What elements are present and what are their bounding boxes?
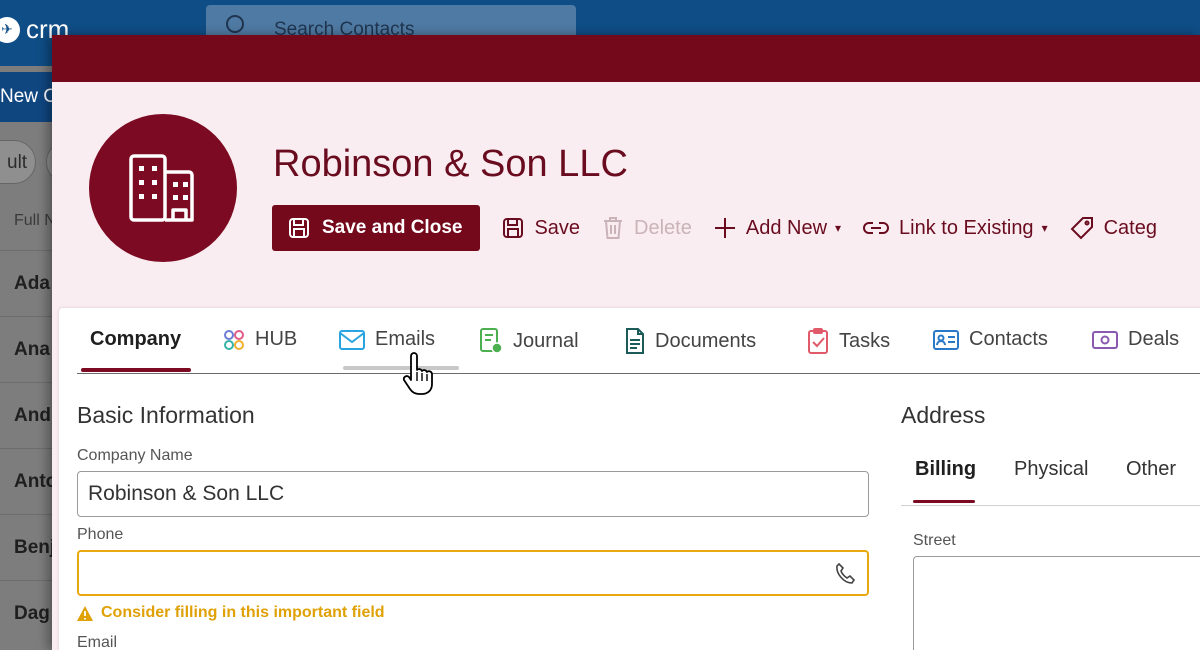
save-icon <box>289 218 309 238</box>
link-to-existing-button[interactable]: Link to Existing ▾ <box>863 217 1048 240</box>
column-header-full-name[interactable]: Full N <box>14 212 56 230</box>
logo-icon: ✈ <box>0 16 20 43</box>
basic-information-heading: Basic Information <box>77 402 255 428</box>
hub-icon <box>224 329 244 350</box>
link-icon <box>863 222 889 234</box>
filter-chip-default[interactable]: ult <box>0 140 36 184</box>
tab-other[interactable]: Other <box>1126 458 1176 481</box>
list-item[interactable]: Ana <box>0 316 60 382</box>
tab-label: Company <box>90 328 182 350</box>
delete-label: Delete <box>634 216 692 239</box>
chevron-down-icon: ▾ <box>1041 221 1048 235</box>
company-name-label: Company Name <box>77 447 193 464</box>
tab-emails[interactable]: Emails <box>339 328 435 351</box>
hover-indicator <box>343 366 459 370</box>
tab-label: HUB <box>255 328 298 350</box>
address-heading: Address <box>901 402 986 428</box>
list-item[interactable]: Benj <box>0 514 60 580</box>
trash-icon <box>604 217 623 239</box>
tab-billing[interactable]: Billing <box>915 458 976 481</box>
categories-button[interactable]: Categ <box>1070 216 1157 240</box>
phone-field[interactable] <box>77 550 869 596</box>
page-title: Robinson & Son LLC <box>273 143 628 185</box>
active-tab-indicator <box>81 368 191 372</box>
tab-documents[interactable]: Documents <box>625 328 756 354</box>
plus-icon <box>714 218 735 238</box>
street-label: Street <box>913 532 956 549</box>
phone-label: Phone <box>77 526 124 543</box>
add-new-label: Add New <box>745 216 828 239</box>
warning-icon <box>77 605 93 621</box>
new-contact-button[interactable]: New C <box>0 72 60 122</box>
phone-icon <box>836 562 855 584</box>
company-name-value: Robinson & Son LLC <box>88 482 285 505</box>
tab-label: Deals <box>1128 328 1180 350</box>
tab-tasks[interactable]: Tasks <box>807 328 890 354</box>
delete-button[interactable]: Delete <box>602 216 692 240</box>
tab-company[interactable]: Company <box>90 328 181 351</box>
tab-label: Contacts <box>969 328 1048 350</box>
tag-icon <box>1070 217 1093 240</box>
phone-warning: Consider filling in this important field <box>77 604 385 622</box>
tab-label: Tasks <box>839 329 891 352</box>
list-item[interactable]: Dag <box>0 580 60 646</box>
street-field[interactable] <box>913 556 1200 650</box>
tab-label: Journal <box>513 329 579 352</box>
contact-card-icon <box>933 329 959 350</box>
address-tabs: Billing Physical Other <box>901 458 1200 506</box>
list-item[interactable]: And <box>0 382 60 448</box>
tab-contacts[interactable]: Contacts <box>933 328 1048 351</box>
filter-chip-label: ult <box>7 152 28 173</box>
tab-label: Emails <box>375 328 436 350</box>
phone-warning-text: Consider filling in this important field <box>101 604 385 621</box>
document-icon <box>626 328 644 354</box>
list-item[interactable]: Ada <box>0 250 60 316</box>
building-icon <box>129 154 194 222</box>
list-item[interactable]: Anto <box>0 448 60 514</box>
add-new-button[interactable]: Add New ▾ <box>714 217 841 240</box>
save-icon <box>503 218 524 238</box>
company-dialog: Robinson & Son LLC Save and Close Save D… <box>52 35 1200 650</box>
tab-label: Documents <box>655 329 757 352</box>
tab-physical[interactable]: Physical <box>1014 458 1088 481</box>
company-name-field[interactable]: Robinson & Son LLC <box>77 471 869 517</box>
save-and-close-label: Save and Close <box>322 217 463 238</box>
active-address-tab-indicator <box>913 500 975 503</box>
chevron-down-icon: ▾ <box>835 221 842 235</box>
clipboard-check-icon <box>808 328 828 354</box>
journal-icon <box>480 328 503 354</box>
save-button[interactable]: Save <box>502 217 580 240</box>
company-avatar <box>89 114 237 262</box>
command-bar: Save and Close Save Delete Add New ▾ Lin… <box>272 205 1157 251</box>
link-to-existing-label: Link to Existing <box>899 216 1034 239</box>
save-and-close-button[interactable]: Save and Close <box>272 205 481 251</box>
dialog-top-bar[interactable] <box>52 35 1200 82</box>
email-label: Email <box>77 634 118 650</box>
form-panel: Company HUB Emails Journal Documents Tas… <box>59 308 1200 650</box>
envelope-icon <box>339 329 365 350</box>
tab-hub[interactable]: HUB <box>223 328 297 351</box>
hand-cursor-icon <box>402 352 433 395</box>
save-label: Save <box>534 216 581 239</box>
new-contact-label: New C <box>0 86 58 107</box>
money-icon <box>1092 330 1118 349</box>
categories-label: Categ <box>1103 216 1157 239</box>
record-tabs: Company HUB Emails Journal Documents Tas… <box>77 308 1200 374</box>
tab-journal[interactable]: Journal <box>479 328 579 354</box>
tab-deals[interactable]: Deals <box>1092 328 1179 351</box>
search-icon <box>226 15 244 33</box>
